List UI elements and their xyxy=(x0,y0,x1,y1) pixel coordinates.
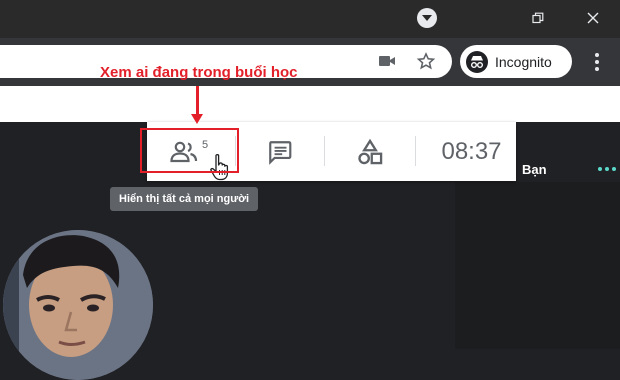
incognito-icon xyxy=(466,50,488,73)
meeting-clock: 08:37 xyxy=(441,137,502,165)
menu-dot xyxy=(595,59,599,64)
chat-button[interactable] xyxy=(236,122,324,181)
page-top-strip xyxy=(0,86,620,122)
participant-avatar xyxy=(3,230,153,380)
bookmark-star-icon[interactable] xyxy=(416,52,436,71)
incognito-profile-chip[interactable]: Incognito xyxy=(460,45,572,78)
chat-icon xyxy=(269,140,292,165)
window-titlebar xyxy=(0,0,620,38)
options-dot xyxy=(605,167,609,171)
camera-icon[interactable] xyxy=(378,54,396,68)
options-dot xyxy=(612,167,616,171)
restore-icon xyxy=(532,12,544,24)
annotation-caption: Xem ai đang trong buổi học xyxy=(100,64,298,81)
highlight-box xyxy=(140,128,239,173)
profile-dropdown-icon[interactable] xyxy=(417,8,437,28)
close-window-button[interactable] xyxy=(570,0,616,36)
menu-dot xyxy=(595,66,599,71)
activities-icon xyxy=(358,138,383,164)
menu-dot xyxy=(595,53,599,58)
tooltip: Hiển thị tất cả mọi người xyxy=(110,187,259,211)
incognito-label: Incognito xyxy=(495,53,552,70)
activities-button[interactable] xyxy=(325,122,415,181)
more-options-button[interactable] xyxy=(598,167,616,171)
self-name-label: Bạn xyxy=(522,162,547,177)
divider xyxy=(415,136,416,166)
close-icon xyxy=(587,12,599,24)
browser-menu-button[interactable] xyxy=(588,52,606,72)
annotation-arrow xyxy=(196,86,199,116)
restore-window-button[interactable] xyxy=(515,0,561,36)
annotation-arrow-head xyxy=(191,114,203,124)
participant-video xyxy=(3,230,153,380)
self-view-panel xyxy=(455,182,620,349)
options-dot xyxy=(598,167,602,171)
